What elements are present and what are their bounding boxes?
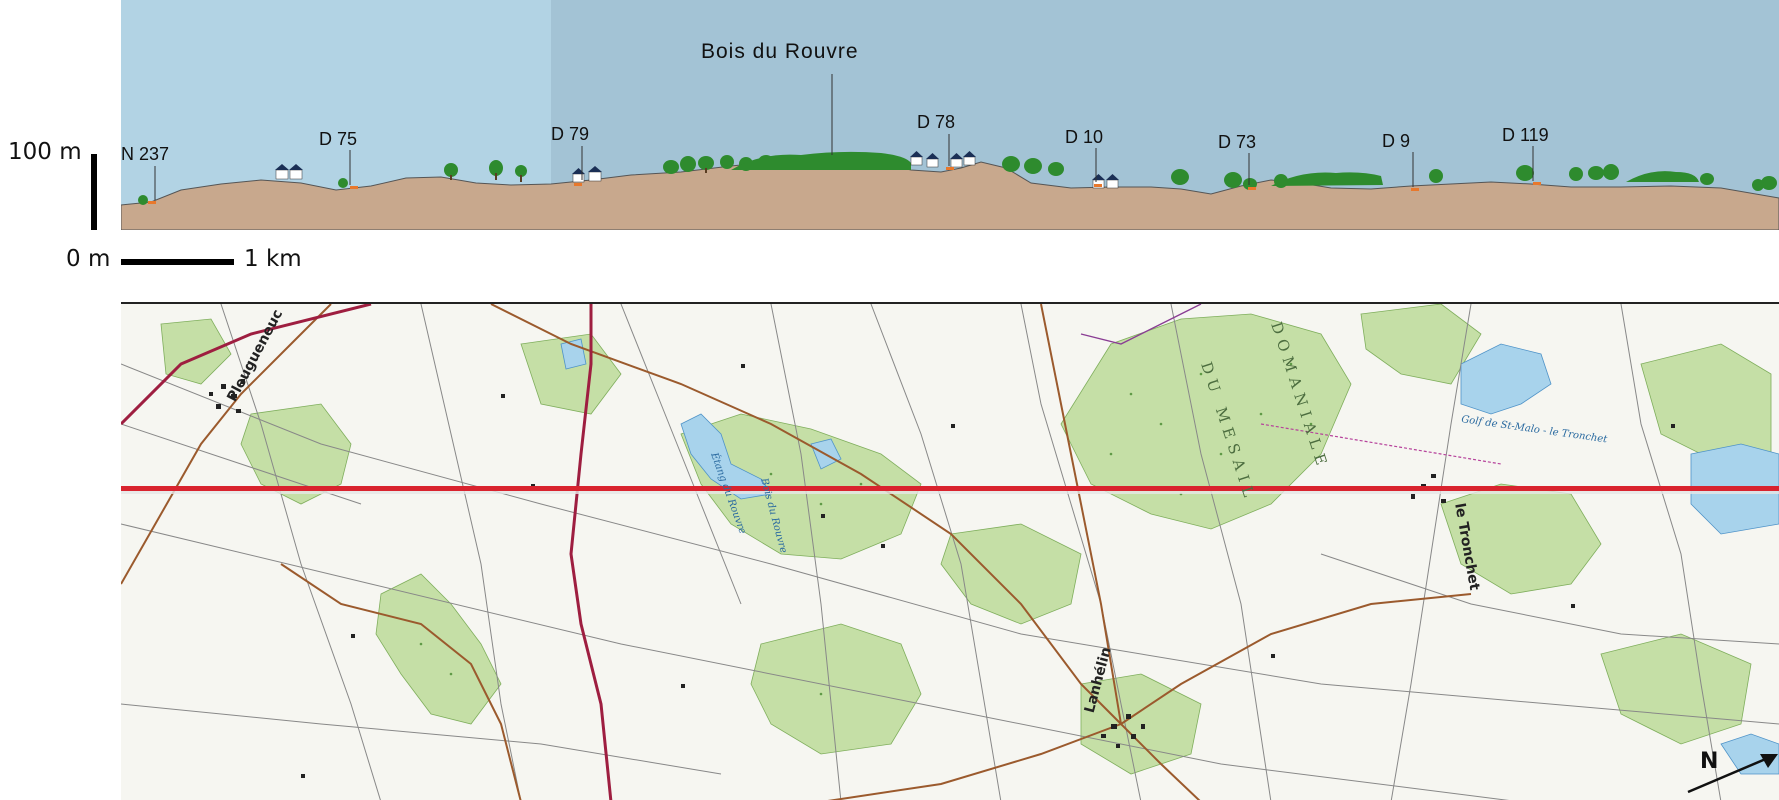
road-label-d119: D 119 (1502, 125, 1549, 145)
horizontal-scale-label: 1 km (244, 246, 302, 272)
transect-line (121, 486, 1779, 491)
road-label-d73: D 73 (1218, 132, 1256, 152)
road-label-d10: D 10 (1065, 127, 1103, 147)
elevation-profile: N 237 D 75 D 79 D 78 D 10 D 73 D 9 D 119… (121, 0, 1779, 230)
topographic-map: Pleugueneuc le Tronchet Lanhélin DOMANIA… (121, 302, 1779, 800)
north-label: N (1700, 749, 1718, 774)
summit-label: Bois du Rouvre (701, 40, 859, 63)
road-label-d79: D 79 (551, 124, 589, 144)
road-label-n237: N 237 (121, 144, 169, 164)
vertical-scale-bar (91, 154, 97, 230)
road-label-d75: D 75 (319, 129, 357, 149)
road-label-d9: D 9 (1382, 131, 1410, 151)
road-label-d78: D 78 (917, 112, 955, 132)
horizontal-scale-bar (121, 259, 234, 265)
vertical-scale-bottom-label: 0 m (66, 246, 111, 272)
vertical-scale-top-label: 100 m (8, 139, 82, 165)
north-arrow: N (1687, 749, 1778, 794)
transect-line-halo (121, 491, 1779, 494)
